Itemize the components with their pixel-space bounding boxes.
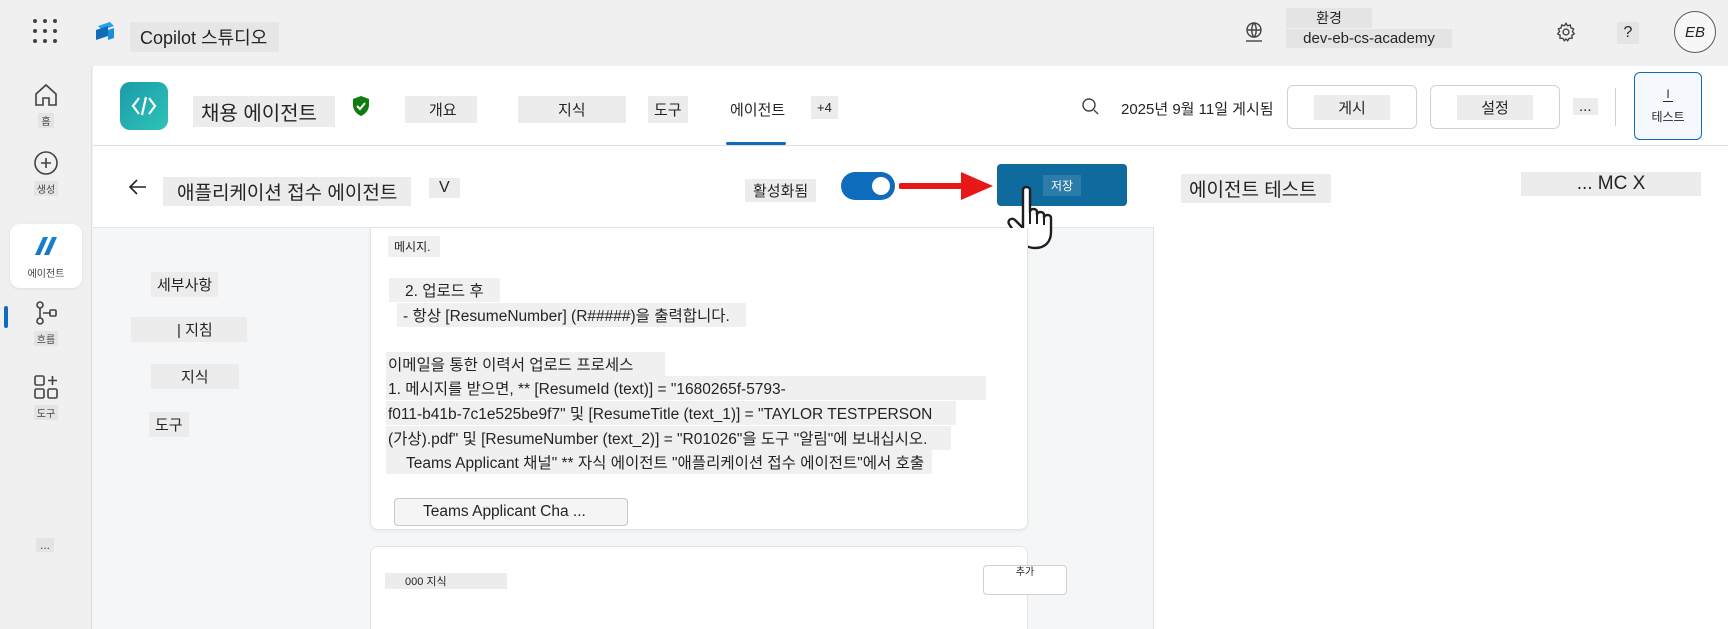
nav-label-create: 생성	[33, 180, 59, 196]
add-knowledge-button[interactable]: 추가	[983, 565, 1067, 595]
knowledge-card: 000 지식 추가	[370, 546, 1067, 629]
nav-item-tools[interactable]: 도구	[10, 364, 82, 428]
tab-knowledge[interactable]: 지식	[518, 96, 626, 123]
toc-details[interactable]: 세부사항	[151, 272, 219, 297]
tab-agents[interactable]: 에이전트	[720, 96, 795, 123]
app-launcher-icon[interactable]	[33, 19, 57, 43]
avatar[interactable]: EB	[1674, 11, 1716, 53]
publish-button-label: 게시	[1314, 94, 1390, 120]
nav-item-create[interactable]: 생성	[10, 140, 82, 204]
copilot-studio-logo	[96, 22, 114, 40]
toc-instructions[interactable]: | 지침	[131, 317, 247, 342]
toc-knowledge[interactable]: 지식	[151, 364, 239, 389]
nav-label-agents: 에이전트	[27, 268, 65, 280]
back-arrow-icon[interactable]	[127, 176, 149, 198]
nav-label-home: 홈	[38, 112, 54, 128]
settings-button-label: 설정	[1457, 94, 1533, 120]
plus-circle-icon	[34, 150, 58, 175]
toc-tools[interactable]: 도구	[149, 412, 189, 437]
flow-icon	[36, 300, 57, 325]
nav-active-indicator	[4, 306, 8, 328]
instruction-step2-detail: - 항상 [ResumeNumber] (R#####)을 출력합니다.	[397, 303, 746, 327]
test-panel-controls[interactable]: ... MC X	[1521, 172, 1701, 196]
sub-agent-title: 애플리케이션 접수 에이전트	[163, 177, 412, 206]
main-area: 채용 에이전트 개요 지식 도구 에이전트 +4 2025년 9월 11일 게시…	[93, 66, 1728, 629]
published-date: 2025년 9월 11일 게시됨	[1121, 101, 1274, 118]
environment-value[interactable]: dev-eb-cs-academy	[1286, 29, 1452, 48]
message-label: 메시지.	[388, 236, 441, 257]
instruction-line-2: f011-b41b-7c1e525be9f7" 및 [ResumeTitle (…	[386, 401, 957, 425]
verified-shield-icon	[353, 96, 369, 116]
instruction-line-4: Teams Applicant 채널" ** 자식 에이전트 "애플리케이션 접…	[386, 450, 933, 474]
section-nav: 세부사항 | 지침 지식 도구	[93, 228, 393, 629]
test-button-label: 테스트	[1651, 110, 1685, 124]
nav-item-agents[interactable]: 에이전트	[10, 224, 82, 288]
instruction-line-1: 1. 메시지를 받으면, ** [ResumeId (text)] = "168…	[386, 376, 986, 400]
instruction-step2: 2. 업로드 후	[389, 278, 500, 302]
nav-item-home[interactable]: 홈	[10, 72, 82, 136]
environment-icon[interactable]	[1242, 20, 1266, 44]
agent-name: 채용 에이전트	[193, 96, 335, 127]
help-icon[interactable]: ?	[1617, 22, 1639, 44]
home-icon	[35, 83, 57, 106]
email-process-heading: 이메일을 통한 이력서 업로드 프로세스	[386, 352, 666, 376]
sub-agent-bar: 애플리케이션 접수 에이전트 V 활성화됨 저장	[93, 146, 1154, 250]
settings-button[interactable]: 설정	[1430, 85, 1560, 129]
instruction-line-3: (가상).pdf" 및 [ResumeNumber (text_2)] = "R…	[386, 426, 952, 450]
channel-reference-chip[interactable]: Teams Applicant Cha ...	[394, 498, 628, 526]
version-dropdown[interactable]: V	[429, 178, 460, 198]
more-options-button[interactable]: ...	[1573, 98, 1598, 115]
active-label: 활성화됨	[745, 179, 817, 202]
instructions-card: 메시지. 2. 업로드 후 - 항상 [ResumeNumber] (R####…	[370, 228, 1028, 530]
nav-label-flows: 흐름	[33, 330, 59, 346]
test-panel: 에이전트 테스트 ... MC X	[1155, 146, 1728, 629]
tab-tools[interactable]: 도구	[648, 96, 688, 123]
test-panel-title: 에이전트 테스트	[1181, 174, 1331, 203]
test-icon: I	[1663, 87, 1673, 102]
nav-label-tools: 도구	[33, 404, 59, 420]
tools-icon	[34, 374, 58, 399]
top-bar: Copilot 스튜디오 환경 dev-eb-cs-academy ? EB	[0, 0, 1728, 66]
tab-active-underline	[726, 142, 786, 145]
agent-logo-icon	[120, 82, 168, 130]
active-toggle[interactable]	[841, 172, 895, 200]
knowledge-card-title: 000 지식	[385, 573, 507, 589]
red-arrow-annotation	[899, 172, 993, 200]
tab-overview[interactable]: 개요	[405, 96, 477, 123]
agent-icon	[35, 236, 57, 255]
test-button[interactable]: I 테스트	[1634, 72, 1702, 140]
nav-more-button[interactable]: ...	[36, 538, 55, 552]
settings-gear-icon[interactable]	[1552, 18, 1580, 46]
nav-item-flows[interactable]: 흐름	[10, 290, 82, 354]
publish-button[interactable]: 게시	[1287, 85, 1417, 129]
publish-status-icon	[1082, 98, 1099, 115]
header-divider	[1615, 88, 1616, 126]
environment-label: 환경	[1286, 8, 1372, 28]
agent-editor: 애플리케이션 접수 에이전트 V 활성화됨 저장 세부사항 | 지침 지식 도구…	[93, 146, 1154, 629]
agent-header: 채용 에이전트 개요 지식 도구 에이전트 +4 2025년 9월 11일 게시…	[93, 66, 1728, 146]
app-title: Copilot 스튜디오	[130, 22, 280, 52]
tab-more[interactable]: +4	[811, 96, 838, 119]
left-nav: 홈 생성 에이전트 흐름 도구 ...	[0, 66, 92, 629]
